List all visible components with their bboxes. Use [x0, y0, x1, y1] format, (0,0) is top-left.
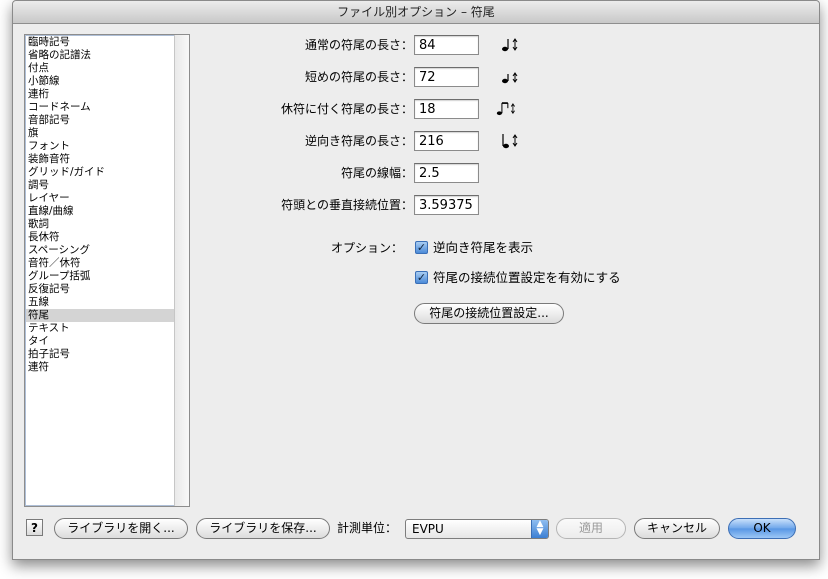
category-item[interactable]: 装飾音符 [26, 153, 174, 166]
ok-button[interactable]: OK [728, 518, 796, 539]
enable-connection-option[interactable]: ✓ 符尾の接続位置設定を有効にする [415, 269, 675, 287]
category-item[interactable]: 歌詞 [26, 218, 174, 231]
short-stem-field[interactable]: 72 [414, 67, 479, 87]
category-item[interactable]: 調号 [26, 179, 174, 192]
category-item[interactable]: フォント [26, 140, 174, 153]
category-item[interactable]: 直線/曲線 [26, 205, 174, 218]
options-label: オプション： [330, 241, 403, 255]
category-item[interactable]: 臨時記号 [26, 36, 174, 49]
stem-length-icon [502, 38, 518, 52]
category-item[interactable]: 連桁 [26, 88, 174, 101]
beamed-rest-stem-icon [496, 102, 515, 116]
category-item[interactable]: 付点 [26, 62, 174, 75]
units-label: 計測単位： [337, 521, 398, 535]
category-item[interactable]: 省略の記譜法 [26, 49, 174, 62]
short-stem-icon [502, 72, 518, 84]
vertical-attach-row: 符頭との垂直接続位置： [193, 194, 413, 216]
category-item[interactable]: 五線 [26, 296, 174, 309]
reverse-stem-label: 逆向き符尾の長さ： [304, 134, 413, 148]
reverse-stem-field[interactable]: 216 [414, 131, 479, 151]
chevron-updown-icon: ▲ ▼ [531, 520, 548, 538]
reverse-stem-row: 逆向き符尾の長さ： [193, 130, 413, 152]
category-item[interactable]: グループ括弧 [26, 270, 174, 283]
category-item[interactable]: 小節線 [26, 75, 174, 88]
open-library-button[interactable]: ライブラリを開く... [54, 518, 188, 539]
enable-connection-label: 符尾の接続位置設定を有効にする [433, 270, 621, 285]
apply-button[interactable]: 適用 [556, 518, 626, 539]
category-item[interactable]: 旗 [26, 127, 174, 140]
category-item[interactable]: タイ [26, 335, 174, 348]
normal-stem-label: 通常の符尾の長さ： [304, 38, 413, 52]
category-item[interactable]: テキスト [26, 322, 174, 335]
category-item[interactable]: 符尾 [26, 309, 174, 322]
normal-stem-field[interactable]: 84 [414, 35, 479, 55]
vertical-attach-field[interactable]: 3.59375 [414, 195, 479, 215]
category-list[interactable]: 臨時記号 省略の記譜法 付点 小節線 連桁 コードネーム 音部記号旗フォント 装飾音符 グリッド… [24, 34, 190, 507]
show-reverse-stem-checkbox[interactable]: ✓ [415, 241, 428, 254]
category-item[interactable]: 反復記号 [26, 283, 174, 296]
category-items: 臨時記号 省略の記譜法 付点 小節線 連桁 コードネーム 音部記号旗フォント 装飾音符 グリッド… [26, 36, 174, 374]
category-item[interactable]: 連符 [26, 361, 174, 374]
category-item[interactable]: レイヤー [26, 192, 174, 205]
reverse-stem-icon [502, 134, 518, 149]
category-list-scrollbar[interactable] [174, 35, 189, 506]
category-item[interactable]: スペーシング [26, 244, 174, 257]
units-value: EVPU [412, 522, 444, 536]
stem-connection-settings-button[interactable]: 符尾の接続位置設定... [414, 303, 564, 324]
units-select[interactable]: EVPU ▲ ▼ [405, 519, 549, 539]
vertical-attach-label: 符頭との垂直接続位置： [281, 198, 413, 212]
show-reverse-stem-label: 逆向き符尾を表示 [433, 240, 534, 255]
save-library-button[interactable]: ライブラリを保存... [196, 518, 330, 539]
file-options-dialog: ファイル別オプション – 符尾 臨時記号 省略の記譜法 付点 小節線 連桁 コードネーム音… [12, 0, 820, 560]
show-reverse-stem-option[interactable]: ✓ 逆向き符尾を表示 [415, 239, 615, 257]
category-item[interactable]: 拍子記号 [26, 348, 174, 361]
stem-width-row: 符尾の線幅： [193, 162, 413, 184]
rest-stem-label: 休符に付く符尾の長さ： [280, 102, 413, 116]
category-item[interactable]: 長休符 [26, 231, 174, 244]
help-button[interactable]: ? [26, 519, 43, 536]
category-item[interactable]: グリッド/ガイド [26, 166, 174, 179]
rest-stem-row: 休符に付く符尾の長さ： [193, 98, 413, 120]
normal-stem-row: 通常の符尾の長さ： [193, 34, 413, 56]
category-item[interactable]: コードネーム [26, 101, 174, 114]
stem-width-label: 符尾の線幅： [340, 166, 413, 180]
category-item[interactable]: 音部記号 [26, 114, 174, 127]
rest-stem-field[interactable]: 18 [414, 99, 479, 119]
cancel-button[interactable]: キャンセル [634, 518, 720, 539]
stem-width-field[interactable]: 2.5 [414, 163, 479, 183]
short-stem-label: 短めの符尾の長さ： [304, 70, 413, 84]
options-row: オプション： [193, 237, 403, 259]
window-title: ファイル別オプション – 符尾 [13, 1, 819, 24]
short-stem-row: 短めの符尾の長さ： [193, 66, 413, 88]
enable-connection-checkbox[interactable]: ✓ [415, 271, 428, 284]
category-item[interactable]: 音符／休符 [26, 257, 174, 270]
